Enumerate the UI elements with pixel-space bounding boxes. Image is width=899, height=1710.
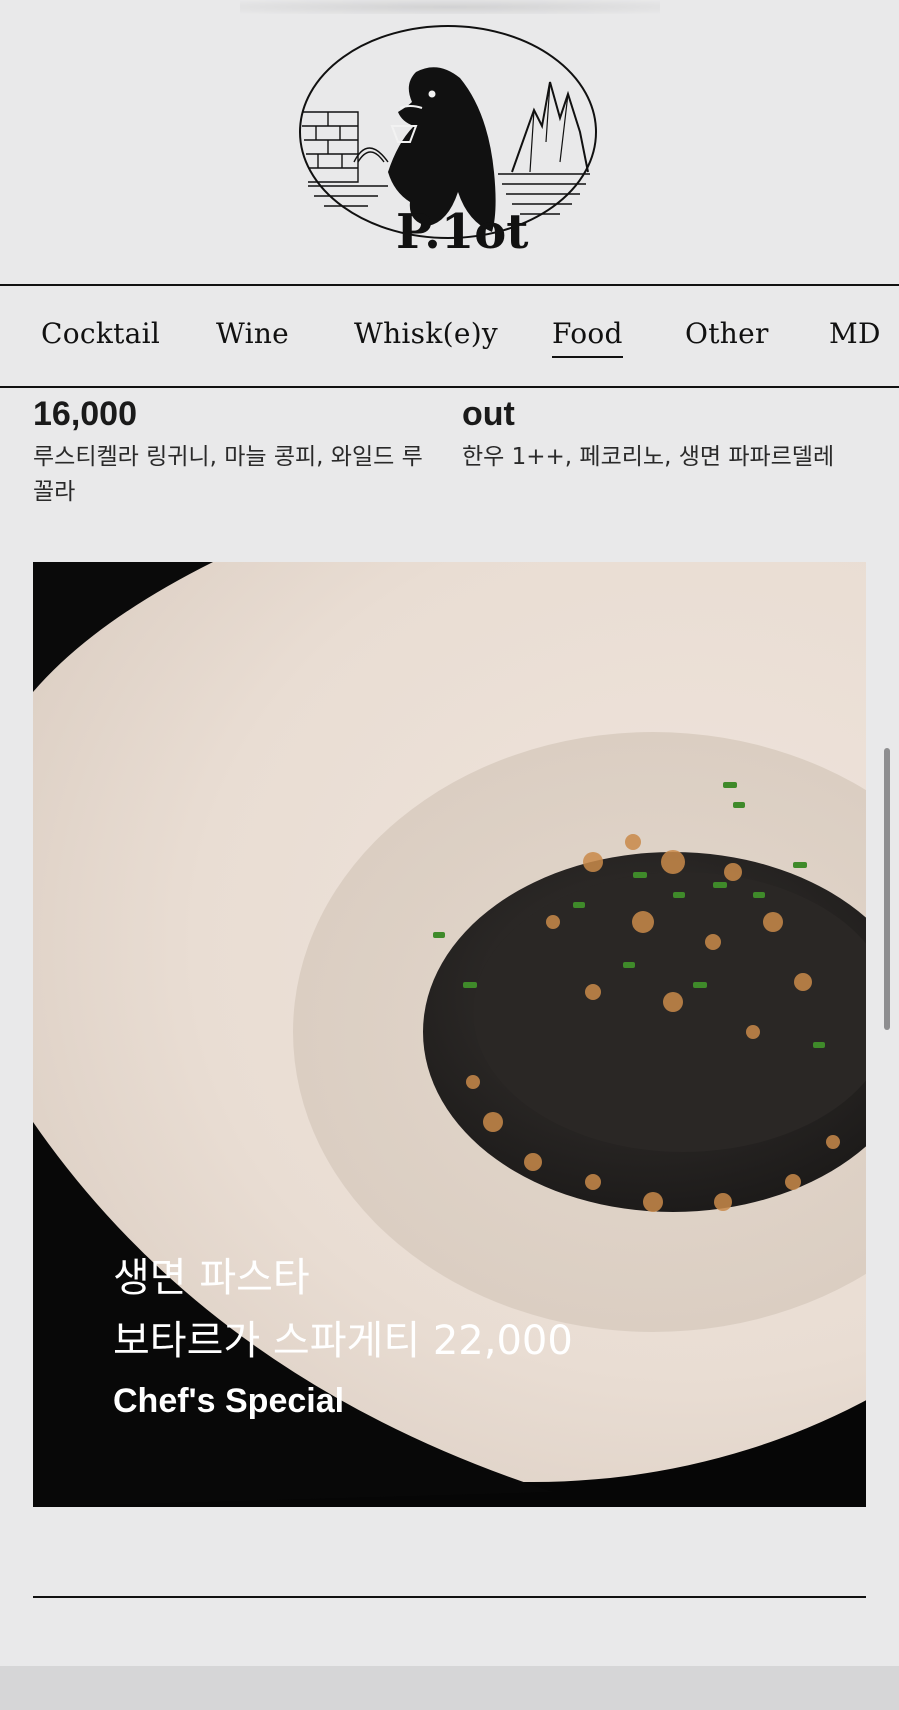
pasta-photo: [33, 562, 866, 1507]
penguin-logo-icon: P.1ot: [299, 25, 597, 260]
section-divider: [33, 1596, 866, 1598]
featured-dish-tag: Chef's Special: [113, 1382, 345, 1420]
featured-dish-card[interactable]: 생면 파스타 보타르가 스파게티 22,000 Chef's Special: [33, 562, 866, 1507]
bottom-bar: [0, 1666, 899, 1710]
tab-md[interactable]: MD: [829, 320, 881, 348]
featured-dish-name: 생면 파스타: [113, 1255, 310, 1301]
menu-page: P.1ot Cocktail Wine Whisk(e)y Food Other…: [0, 0, 899, 1710]
scrollbar[interactable]: [884, 748, 890, 1030]
logo-wordmark: P.1ot: [396, 204, 528, 256]
menu-item-price: out: [462, 395, 515, 433]
menu-item[interactable]: 16,000 루스티켈라 링귀니, 마늘 콩피, 와일드 루꼴라: [33, 392, 433, 510]
menu-item-price: 16,000: [33, 395, 137, 433]
brand-logo[interactable]: P.1ot: [298, 22, 598, 260]
category-nav: Cocktail Wine Whisk(e)y Food Other MD: [0, 284, 899, 388]
tab-wine[interactable]: Wine: [216, 320, 289, 348]
tab-food[interactable]: Food: [552, 320, 623, 358]
tab-other[interactable]: Other: [685, 320, 769, 348]
tab-cocktail[interactable]: Cocktail: [41, 320, 160, 348]
header-shadow: [240, 0, 660, 14]
menu-item[interactable]: out 한우 1++, 페코리노, 생면 파파르델레: [462, 392, 882, 475]
menu-item-description: 한우 1++, 페코리노, 생면 파파르델레: [462, 444, 835, 470]
menu-item-description: 루스티켈라 링귀니, 마늘 콩피, 와일드 루꼴라: [33, 444, 423, 505]
featured-dish-subtitle: 보타르가 스파게티 22,000: [113, 1318, 573, 1364]
tab-whiskey[interactable]: Whisk(e)y: [354, 320, 498, 348]
